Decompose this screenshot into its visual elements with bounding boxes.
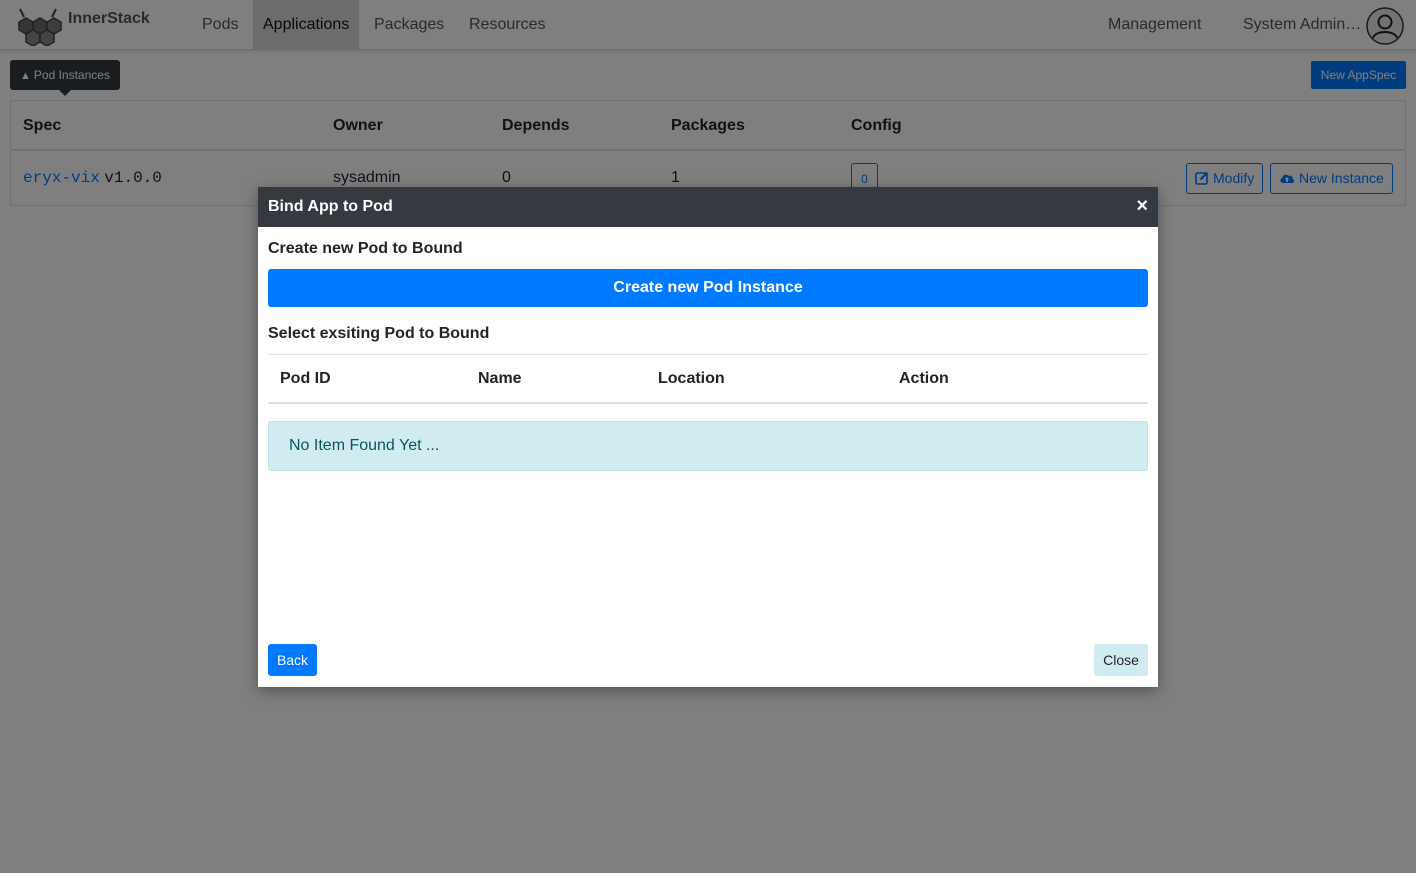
empty-state-alert: No Item Found Yet ... — [268, 421, 1148, 471]
col-header-location: Location — [658, 370, 725, 387]
header-divider — [268, 402, 1148, 404]
modal-title: Bind App to Pod — [268, 198, 393, 215]
modal-header: Bind App to Pod × — [258, 187, 1158, 227]
col-header-pod-id: Pod ID — [280, 370, 331, 387]
select-section-label: Select exsiting Pod to Bound — [268, 325, 490, 342]
create-section-label: Create new Pod to Bound — [268, 240, 463, 257]
close-icon[interactable]: × — [1136, 195, 1148, 217]
bind-app-modal: Bind App to Pod × Create new Pod to Boun… — [258, 187, 1158, 687]
back-button[interactable]: Back — [268, 644, 317, 676]
table-top-border — [268, 354, 1148, 355]
col-header-name: Name — [478, 370, 522, 387]
create-pod-instance-button[interactable]: Create new Pod Instance — [268, 269, 1148, 307]
col-header-action: Action — [899, 370, 949, 387]
close-button[interactable]: Close — [1094, 644, 1148, 676]
